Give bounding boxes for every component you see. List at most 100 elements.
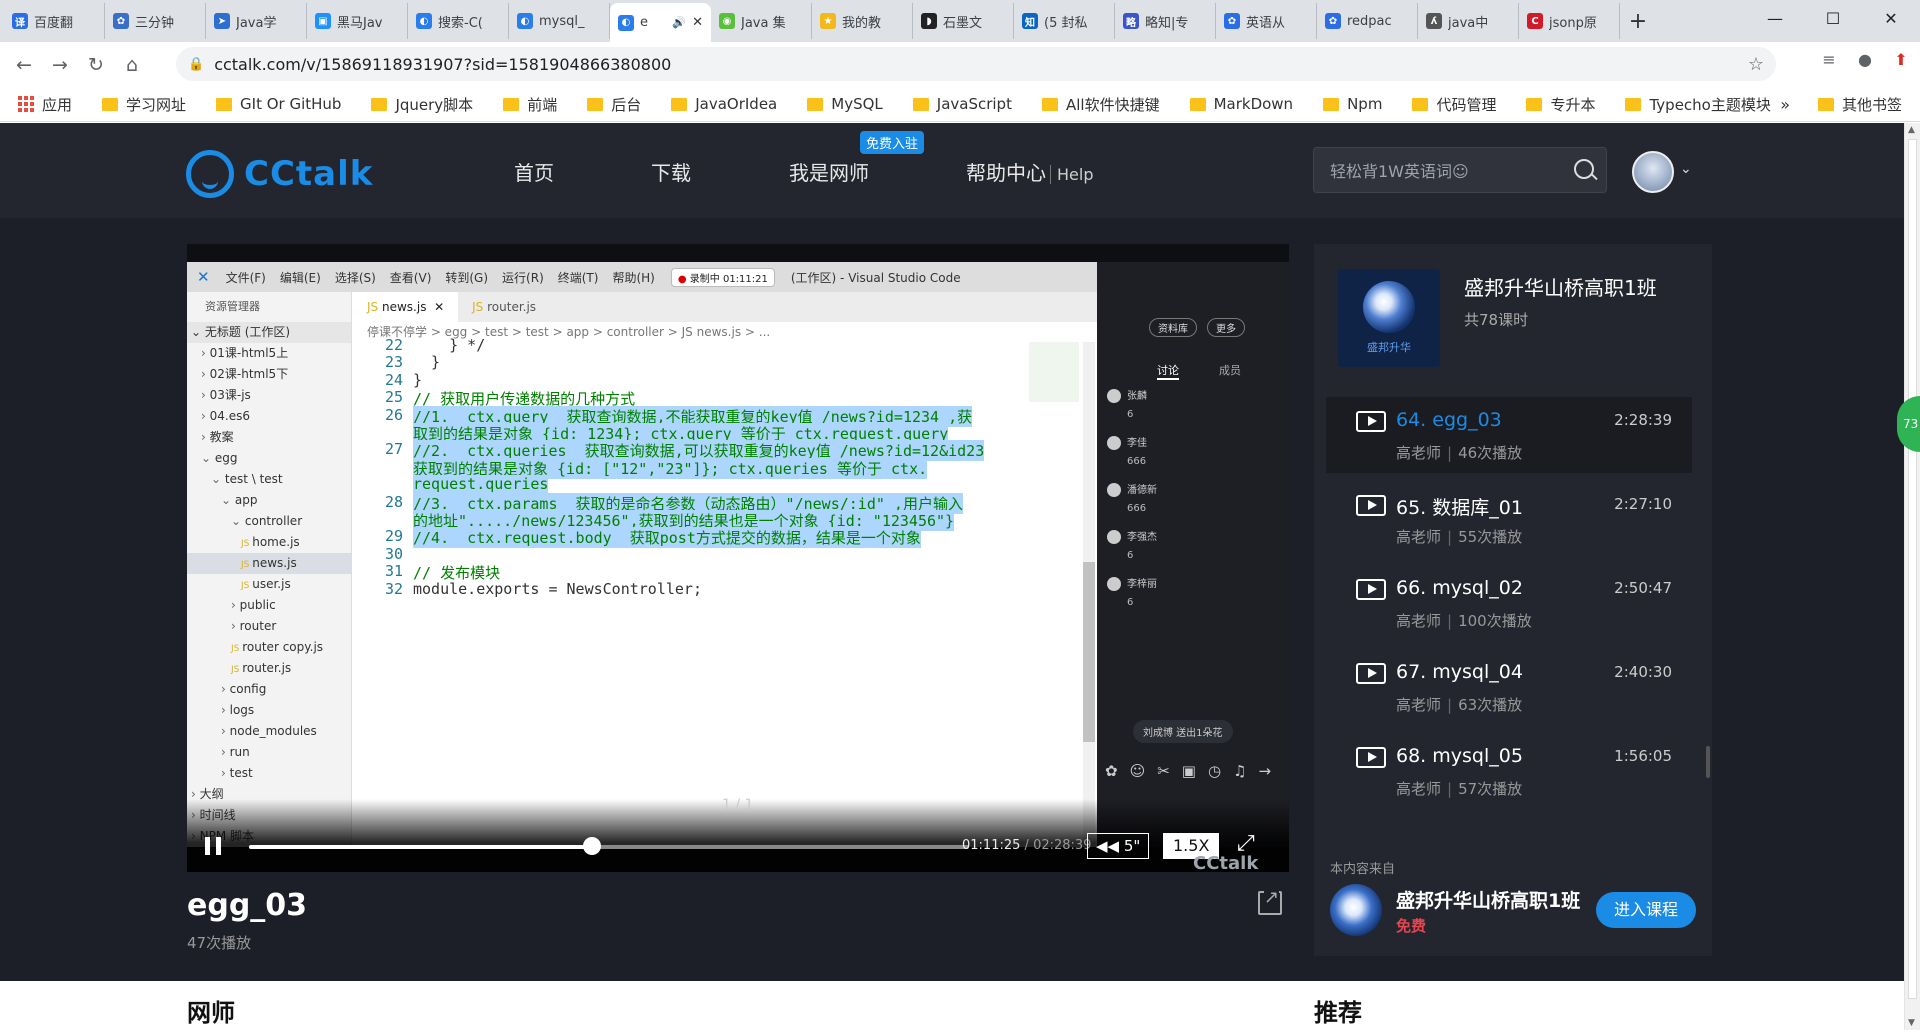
nav-teacher[interactable]: 我是网师	[789, 157, 869, 186]
minimize-icon[interactable]: —	[1746, 0, 1804, 36]
bookmarks-overflow[interactable]: »	[1780, 95, 1790, 114]
browser-tab[interactable]: ◐ mysql_	[509, 3, 610, 39]
bookmark-star-icon[interactable]: ☆	[1748, 54, 1764, 75]
url-field[interactable]: 🔒 cctalk.com/v/15869118931907?sid=158190…	[176, 47, 1776, 81]
play-icon[interactable]	[1356, 747, 1386, 768]
chevron-right-icon: ›	[221, 745, 230, 759]
chevron-right-icon: ›	[201, 367, 210, 381]
play-icon[interactable]	[1356, 495, 1386, 516]
chat-text: 6	[1127, 409, 1134, 420]
bookmark-item[interactable]: JavaOrIdea	[671, 95, 777, 113]
workspace-label: 无标题 (工作区)	[204, 325, 291, 339]
bookmark-item[interactable]: MySQL	[807, 95, 883, 113]
bookmark-item[interactable]: 专升本	[1526, 94, 1595, 115]
bookmark-item[interactable]: All软件快捷键	[1041, 94, 1160, 115]
lesson-item[interactable]: 67. mysql_04 2:40:30 高老师 | 63次播放	[1326, 649, 1692, 725]
bookmark-item[interactable]: Npm	[1323, 95, 1382, 113]
tree-item: › router	[187, 616, 351, 637]
browser-tab[interactable]: ʎ java中	[1418, 3, 1519, 39]
course-cover[interactable]: 盛邦升华	[1338, 269, 1440, 367]
bookmark-item[interactable]: JavaScript	[912, 95, 1012, 113]
reload-icon[interactable]: ↻	[78, 47, 114, 83]
enter-course-button[interactable]: 进入课程	[1596, 892, 1696, 928]
search-icon[interactable]	[1574, 159, 1594, 179]
tree-item-label: test \ test	[224, 472, 283, 486]
close-tab-icon[interactable]: ✕	[692, 15, 703, 30]
browser-tab[interactable]: 略略知|专	[1115, 3, 1216, 39]
course-name[interactable]: 盛邦升华山桥高职1班	[1464, 272, 1657, 301]
bookmark-item[interactable]: 学习网址	[102, 94, 186, 115]
free-join-badge[interactable]: 免费入驻	[860, 131, 925, 154]
browser-tab[interactable]: 译百度翻	[4, 3, 105, 39]
chevron-right-icon: ›	[221, 724, 230, 738]
browser-tab[interactable]: ◐ 搜索-C(	[408, 3, 509, 39]
update-icon[interactable]: ⬆	[1890, 48, 1912, 70]
bookmark-item[interactable]: 后台	[587, 94, 641, 115]
reading-list-icon[interactable]: ≡	[1818, 48, 1840, 70]
browser-tab[interactable]: ➤ Java学	[206, 3, 307, 39]
lesson-item[interactable]: 65. 数据库_01 2:27:10 高老师 | 55次播放	[1326, 481, 1692, 557]
site-search-input[interactable]: 轻松背1W英语词☺	[1313, 147, 1607, 193]
progress-handle[interactable]	[583, 837, 602, 855]
close-window-icon[interactable]: ✕	[1862, 0, 1920, 36]
browser-tab[interactable]: ◐ e 🔊 ✕	[610, 3, 711, 42]
chat-text: 666	[1127, 503, 1147, 514]
profile-icon[interactable]: ●	[1854, 48, 1876, 70]
browser-tab[interactable]: ◗ 石墨文	[913, 3, 1014, 39]
browser-tab[interactable]: ★ 我的教	[812, 3, 913, 39]
lesson-duration: 1:56:05	[1614, 747, 1672, 765]
bookmark-item[interactable]: Jquery脚本	[371, 94, 473, 115]
tab-title: 石墨文	[943, 15, 983, 31]
lesson-list-scrollbar[interactable]	[1706, 746, 1710, 778]
home-icon[interactable]: ⌂	[114, 47, 150, 83]
bookmark-item[interactable]: 代码管理	[1412, 94, 1496, 115]
bookmark-label: JavaScript	[936, 95, 1012, 113]
nav-download[interactable]: 下载	[651, 157, 691, 186]
source-logo[interactable]	[1330, 884, 1382, 936]
play-icon[interactable]	[1356, 663, 1386, 684]
progress-bar[interactable]	[249, 845, 969, 849]
scroll-down-icon[interactable]: ▼	[1908, 1018, 1915, 1028]
bookmark-item[interactable]: 前端	[503, 94, 557, 115]
bookmark-item[interactable]: 应用	[18, 94, 72, 115]
workspace-root: ⌄ 无标题 (工作区)	[187, 322, 351, 343]
play-icon[interactable]	[1356, 411, 1386, 432]
video-title: egg_03	[187, 888, 308, 923]
tab-router-js: JS router.js	[458, 292, 550, 322]
bookmark-item[interactable]: MarkDown	[1189, 95, 1293, 113]
browser-tab[interactable]: ▣ 黑马Jav	[307, 3, 408, 39]
browser-tab[interactable]: ✿ redpac	[1317, 3, 1418, 39]
user-avatar-icon	[1107, 577, 1121, 591]
browser-tab[interactable]: ◉ Java 集	[711, 3, 812, 39]
chevron-down-icon[interactable]: ⌄	[1680, 161, 1692, 177]
tree-item-label: test	[229, 766, 253, 780]
nav-help[interactable]: 帮助中心 Help	[966, 157, 1094, 186]
cctalk-logo[interactable]: CCtalk	[186, 150, 373, 198]
avatar[interactable]	[1632, 151, 1674, 193]
play-icon[interactable]	[1356, 579, 1386, 600]
scroll-thumb[interactable]	[1908, 139, 1917, 999]
back-icon[interactable]: ←	[6, 47, 42, 83]
maximize-icon[interactable]: ☐	[1804, 0, 1862, 36]
pause-icon[interactable]	[205, 837, 221, 855]
forward-icon[interactable]: →	[42, 47, 78, 83]
browser-tab[interactable]: ✿ 三分钟	[105, 3, 206, 39]
lesson-item[interactable]: 66. mysql_02 2:50:47 高老师 | 100次播放	[1326, 565, 1692, 641]
browser-tab[interactable]: Cjsonp原	[1519, 3, 1620, 39]
lesson-item[interactable]: 64. egg_03 2:28:39 高老师 | 46次播放	[1326, 397, 1692, 473]
share-icon[interactable]	[1258, 887, 1282, 915]
nav-home[interactable]: 首页	[514, 157, 554, 186]
bookmark-item[interactable]: GIt Or GitHub	[216, 95, 341, 113]
page-scrollbar[interactable]: ▲ ▼	[1904, 123, 1920, 1030]
source-name[interactable]: 盛邦升华山桥高职1班	[1396, 886, 1580, 913]
browser-tab[interactable]: 知 (5 封私	[1014, 3, 1115, 39]
bookmark-label: 后台	[611, 95, 642, 114]
bookmark-item[interactable]: Typecho主题模块	[1625, 94, 1771, 115]
rewind-button[interactable]: ◀◀ 5"	[1087, 833, 1150, 859]
new-tab-button[interactable]: +	[1620, 3, 1656, 39]
video-player[interactable]: ✕ 文件(F) 编辑(E) 选择(S) 查看(V) 转到(G) 运行(R) 终端(T) 帮助(…	[187, 244, 1289, 874]
browser-tab[interactable]: ✿ 英语从	[1216, 3, 1317, 39]
scroll-up-icon[interactable]: ▲	[1908, 125, 1915, 135]
lesson-item[interactable]: 68. mysql_05 1:56:05 高老师 | 57次播放	[1326, 733, 1692, 809]
other-bookmarks[interactable]: 其他书签	[1817, 94, 1902, 115]
